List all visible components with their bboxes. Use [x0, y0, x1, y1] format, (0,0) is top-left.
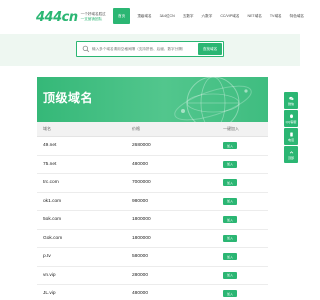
search-input[interactable]	[92, 43, 197, 55]
domain-price: 280000	[132, 272, 149, 278]
nav-item[interactable]: 首页	[113, 8, 131, 24]
table-row: Gok.com 1800000 加入	[37, 230, 268, 248]
side-tool-arrow-up[interactable]: 顶部	[284, 146, 298, 163]
domain-name[interactable]: JL.vip	[43, 291, 56, 296]
side-tool-label: 电话	[287, 137, 294, 142]
phone-icon	[289, 132, 293, 136]
domain-name[interactable]: ok1.com	[43, 199, 61, 204]
table-row: p.tv 580000 加入	[37, 248, 268, 267]
search-button[interactable]: 查找域名	[198, 43, 222, 55]
side-tool-label: 顶部	[287, 155, 294, 160]
header-price: 价格	[132, 126, 140, 131]
table-row: 49.net 2680000 加入	[37, 137, 268, 156]
page-title: 顶级域名	[43, 91, 94, 105]
domain-name[interactable]: p.tv	[43, 254, 51, 259]
domain-price: 480000	[132, 161, 149, 167]
qq-icon	[289, 113, 293, 118]
domain-name[interactable]: Gok.com	[43, 236, 62, 241]
domain-price: 1800000	[132, 217, 151, 223]
table-row: 5ok.com 1800000 加入	[37, 211, 268, 230]
table-row: ok1.com 980000 加入	[37, 193, 268, 211]
search-band: 查找域名	[0, 34, 300, 66]
header-action: 一键加入	[223, 126, 239, 131]
nav-item[interactable]: 五数字	[183, 8, 194, 24]
side-toolbar: 微信 QQ客服电话顶部	[284, 92, 298, 164]
logo-tagline-2: 一支营销团队	[80, 17, 103, 21]
domain-table: 域名 价格 一键加入 49.net 2680000 加入 75.net 480000 加入…	[37, 122, 268, 300]
table-row: JL.vip 480000 加入	[37, 285, 268, 300]
logo-number: 444cn	[36, 9, 78, 25]
search-icon	[82, 45, 90, 53]
wechat-icon	[288, 96, 294, 100]
domain-price: 980000	[132, 198, 149, 204]
domain-name[interactable]: 75.net	[43, 162, 56, 167]
nav-item[interactable]: NET域名	[247, 8, 261, 24]
side-tool-phone[interactable]: 电话	[284, 128, 298, 145]
side-tool-label: QQ客服	[285, 119, 297, 124]
nav-item[interactable]: CC/VIP域名	[220, 8, 239, 24]
category-banner: 顶级域名	[37, 77, 268, 122]
domain-name[interactable]: 49.net	[43, 143, 56, 148]
domain-name[interactable]: trc.com	[43, 180, 59, 185]
table-body: 49.net 2680000 加入 75.net 480000 加入 trc.com 7000…	[37, 137, 268, 300]
side-tool-wechat[interactable]: 微信	[284, 92, 298, 109]
add-to-cart-button[interactable]: 加入	[223, 197, 237, 205]
table-row: trc.com 7000000 加入	[37, 174, 268, 193]
main-nav: 首页 顶级域名 3&4位CN 五数字 六数字 CC/VIP域名 NET域名 TV域名 特色域名	[113, 8, 312, 24]
side-tool-qq[interactable]: QQ客服	[284, 110, 298, 127]
nav-item[interactable]: TV域名	[270, 8, 282, 24]
domain-price: 580000	[132, 254, 149, 260]
add-to-cart-button[interactable]: 加入	[223, 234, 237, 242]
domain-price: 480000	[132, 291, 149, 297]
domain-price: 7000000	[132, 180, 151, 186]
domain-name[interactable]: 5ok.com	[43, 217, 61, 222]
header-domain: 域名	[43, 126, 51, 131]
add-to-cart-button[interactable]: 加入	[223, 216, 237, 224]
domain-name[interactable]: vn.vip	[43, 273, 56, 278]
nav-item[interactable]: 3&4位CN	[160, 8, 175, 24]
nav-item[interactable]: 特色域名	[290, 8, 304, 24]
add-to-cart-button[interactable]: 加入	[223, 271, 237, 279]
table-row: vn.vip 280000 加入	[37, 267, 268, 285]
globe-illustration-icon	[174, 77, 252, 122]
add-to-cart-button[interactable]: 加入	[223, 142, 237, 150]
add-to-cart-button[interactable]: 加入	[223, 160, 237, 168]
domain-price: 1800000	[132, 235, 151, 241]
arrow-up-icon	[289, 150, 293, 153]
site-header: 444cn 一个好域名胜过 一支营销团队 首页 顶级域名 3&4位CN 五数字 六数字 C…	[0, 0, 304, 34]
nav-item[interactable]: 六数字	[202, 8, 213, 24]
search-box: 查找域名	[76, 41, 224, 57]
nav-item[interactable]: 顶级域名	[137, 8, 151, 24]
site-logo[interactable]: 444cn 一个好域名胜过 一支营销团队	[36, 7, 106, 27]
logo-tagline: 一个好域名胜过 一支营销团队	[81, 12, 106, 22]
table-row: 75.net 480000 加入	[37, 156, 268, 174]
add-to-cart-button[interactable]: 加入	[223, 179, 237, 187]
domain-price: 2680000	[132, 143, 151, 149]
table-header: 域名 价格 一键加入	[37, 122, 268, 137]
side-tool-label: 微信	[287, 101, 294, 106]
add-to-cart-button[interactable]: 加入	[223, 253, 237, 261]
add-to-cart-button[interactable]: 加入	[223, 290, 237, 298]
